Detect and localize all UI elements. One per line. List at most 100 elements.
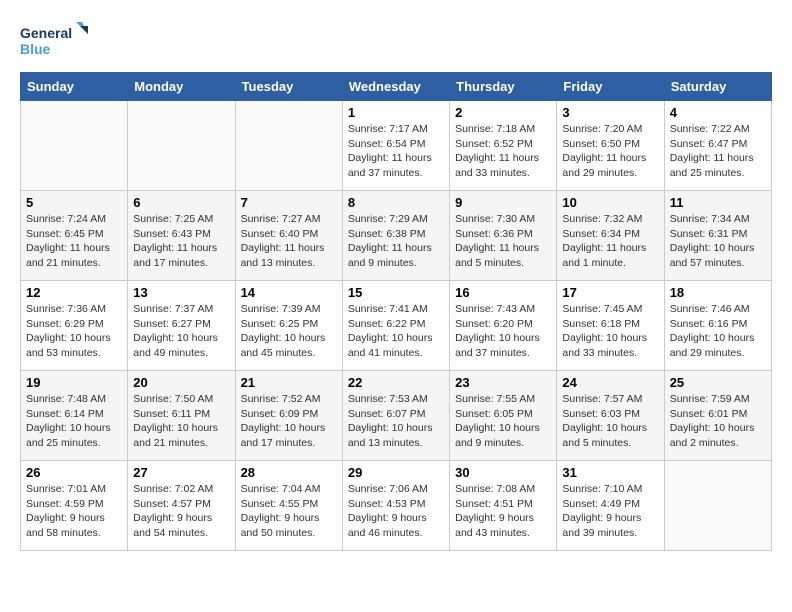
day-number: 18 — [670, 285, 766, 300]
day-number: 23 — [455, 375, 551, 390]
day-info: Sunrise: 7:04 AMSunset: 4:55 PMDaylight:… — [241, 482, 337, 541]
day-number: 16 — [455, 285, 551, 300]
calendar-cell — [21, 101, 128, 191]
day-info: Sunrise: 7:55 AMSunset: 6:05 PMDaylight:… — [455, 392, 551, 451]
day-number: 2 — [455, 105, 551, 120]
day-number: 11 — [670, 195, 766, 210]
day-info: Sunrise: 7:18 AMSunset: 6:52 PMDaylight:… — [455, 122, 551, 181]
logo: General Blue — [20, 20, 90, 62]
day-number: 19 — [26, 375, 122, 390]
day-number: 29 — [348, 465, 444, 480]
day-number: 30 — [455, 465, 551, 480]
day-number: 20 — [133, 375, 229, 390]
calendar-cell: 15 Sunrise: 7:41 AMSunset: 6:22 PMDayligh… — [342, 281, 449, 371]
calendar-cell: 11 Sunrise: 7:34 AMSunset: 6:31 PMDayligh… — [664, 191, 771, 281]
calendar-cell: 18 Sunrise: 7:46 AMSunset: 6:16 PMDayligh… — [664, 281, 771, 371]
day-number: 9 — [455, 195, 551, 210]
calendar-cell — [235, 101, 342, 191]
day-info: Sunrise: 7:27 AMSunset: 6:40 PMDaylight:… — [241, 212, 337, 271]
day-info: Sunrise: 7:10 AMSunset: 4:49 PMDaylight:… — [562, 482, 658, 541]
day-number: 31 — [562, 465, 658, 480]
day-info: Sunrise: 7:34 AMSunset: 6:31 PMDaylight:… — [670, 212, 766, 271]
day-info: Sunrise: 7:06 AMSunset: 4:53 PMDaylight:… — [348, 482, 444, 541]
calendar-cell: 24 Sunrise: 7:57 AMSunset: 6:03 PMDayligh… — [557, 371, 664, 461]
calendar-cell: 25 Sunrise: 7:59 AMSunset: 6:01 PMDayligh… — [664, 371, 771, 461]
calendar-cell — [664, 461, 771, 551]
calendar-cell: 30 Sunrise: 7:08 AMSunset: 4:51 PMDayligh… — [450, 461, 557, 551]
calendar-cell — [128, 101, 235, 191]
day-info: Sunrise: 7:29 AMSunset: 6:38 PMDaylight:… — [348, 212, 444, 271]
day-info: Sunrise: 7:25 AMSunset: 6:43 PMDaylight:… — [133, 212, 229, 271]
day-info: Sunrise: 7:30 AMSunset: 6:36 PMDaylight:… — [455, 212, 551, 271]
day-info: Sunrise: 7:48 AMSunset: 6:14 PMDaylight:… — [26, 392, 122, 451]
day-info: Sunrise: 7:17 AMSunset: 6:54 PMDaylight:… — [348, 122, 444, 181]
weekday-header-thursday: Thursday — [450, 73, 557, 101]
week-row-2: 5 Sunrise: 7:24 AMSunset: 6:45 PMDaylight… — [21, 191, 772, 281]
day-info: Sunrise: 7:20 AMSunset: 6:50 PMDaylight:… — [562, 122, 658, 181]
svg-text:General: General — [20, 25, 72, 41]
header: General Blue — [20, 20, 772, 62]
calendar-cell: 7 Sunrise: 7:27 AMSunset: 6:40 PMDaylight… — [235, 191, 342, 281]
calendar-cell: 3 Sunrise: 7:20 AMSunset: 6:50 PMDaylight… — [557, 101, 664, 191]
svg-text:Blue: Blue — [20, 41, 51, 57]
day-number: 28 — [241, 465, 337, 480]
calendar-cell: 4Sunrise: 7:22 AMSunset: 6:47 PMDaylight… — [664, 101, 771, 191]
day-info: Sunrise: 7:41 AMSunset: 6:22 PMDaylight:… — [348, 302, 444, 361]
day-info: Sunrise: 7:37 AMSunset: 6:27 PMDaylight:… — [133, 302, 229, 361]
day-number: 3 — [562, 105, 658, 120]
calendar-cell: 28 Sunrise: 7:04 AMSunset: 4:55 PMDayligh… — [235, 461, 342, 551]
weekday-header-tuesday: Tuesday — [235, 73, 342, 101]
day-info: Sunrise: 7:02 AMSunset: 4:57 PMDaylight:… — [133, 482, 229, 541]
day-number: 4 — [670, 105, 766, 120]
calendar-cell: 1 Sunrise: 7:17 AMSunset: 6:54 PMDaylight… — [342, 101, 449, 191]
week-row-1: 1 Sunrise: 7:17 AMSunset: 6:54 PMDaylight… — [21, 101, 772, 191]
day-info: Sunrise: 7:52 AMSunset: 6:09 PMDaylight:… — [241, 392, 337, 451]
calendar-cell: 2 Sunrise: 7:18 AMSunset: 6:52 PMDaylight… — [450, 101, 557, 191]
day-number: 24 — [562, 375, 658, 390]
calendar-cell: 8 Sunrise: 7:29 AMSunset: 6:38 PMDaylight… — [342, 191, 449, 281]
day-number: 14 — [241, 285, 337, 300]
calendar-cell: 13 Sunrise: 7:37 AMSunset: 6:27 PMDayligh… — [128, 281, 235, 371]
calendar-cell: 31 Sunrise: 7:10 AMSunset: 4:49 PMDayligh… — [557, 461, 664, 551]
weekday-header-friday: Friday — [557, 73, 664, 101]
day-number: 1 — [348, 105, 444, 120]
day-number: 25 — [670, 375, 766, 390]
weekday-header-wednesday: Wednesday — [342, 73, 449, 101]
calendar-cell: 5 Sunrise: 7:24 AMSunset: 6:45 PMDaylight… — [21, 191, 128, 281]
day-info: Sunrise: 7:36 AMSunset: 6:29 PMDaylight:… — [26, 302, 122, 361]
day-number: 15 — [348, 285, 444, 300]
day-info: Sunrise: 7:39 AMSunset: 6:25 PMDaylight:… — [241, 302, 337, 361]
day-number: 10 — [562, 195, 658, 210]
calendar-cell: 19 Sunrise: 7:48 AMSunset: 6:14 PMDayligh… — [21, 371, 128, 461]
calendar-cell: 17Sunrise: 7:45 AMSunset: 6:18 PMDayligh… — [557, 281, 664, 371]
day-info: Sunrise: 7:24 AMSunset: 6:45 PMDaylight:… — [26, 212, 122, 271]
weekday-header-row: SundayMondayTuesdayWednesdayThursdayFrid… — [21, 73, 772, 101]
day-number: 27 — [133, 465, 229, 480]
calendar-cell: 20 Sunrise: 7:50 AMSunset: 6:11 PMDayligh… — [128, 371, 235, 461]
calendar-cell: 10Sunrise: 7:32 AMSunset: 6:34 PMDayligh… — [557, 191, 664, 281]
week-row-5: 26 Sunrise: 7:01 AMSunset: 4:59 PMDayligh… — [21, 461, 772, 551]
day-info: Sunrise: 7:46 AMSunset: 6:16 PMDaylight:… — [670, 302, 766, 361]
calendar-cell: 9 Sunrise: 7:30 AMSunset: 6:36 PMDaylight… — [450, 191, 557, 281]
day-info: Sunrise: 7:43 AMSunset: 6:20 PMDaylight:… — [455, 302, 551, 361]
week-row-3: 12 Sunrise: 7:36 AMSunset: 6:29 PMDayligh… — [21, 281, 772, 371]
day-number: 7 — [241, 195, 337, 210]
day-number: 12 — [26, 285, 122, 300]
calendar-cell: 6Sunrise: 7:25 AMSunset: 6:43 PMDaylight… — [128, 191, 235, 281]
day-info: Sunrise: 7:01 AMSunset: 4:59 PMDaylight:… — [26, 482, 122, 541]
day-info: Sunrise: 7:59 AMSunset: 6:01 PMDaylight:… — [670, 392, 766, 451]
day-info: Sunrise: 7:50 AMSunset: 6:11 PMDaylight:… — [133, 392, 229, 451]
weekday-header-sunday: Sunday — [21, 73, 128, 101]
day-info: Sunrise: 7:08 AMSunset: 4:51 PMDaylight:… — [455, 482, 551, 541]
calendar-table: SundayMondayTuesdayWednesdayThursdayFrid… — [20, 72, 772, 551]
calendar-cell: 29 Sunrise: 7:06 AMSunset: 4:53 PMDayligh… — [342, 461, 449, 551]
calendar-cell: 12 Sunrise: 7:36 AMSunset: 6:29 PMDayligh… — [21, 281, 128, 371]
weekday-header-monday: Monday — [128, 73, 235, 101]
day-number: 8 — [348, 195, 444, 210]
calendar-cell: 26 Sunrise: 7:01 AMSunset: 4:59 PMDayligh… — [21, 461, 128, 551]
day-number: 26 — [26, 465, 122, 480]
calendar-cell: 21Sunrise: 7:52 AMSunset: 6:09 PMDayligh… — [235, 371, 342, 461]
day-number: 5 — [26, 195, 122, 210]
day-info: Sunrise: 7:57 AMSunset: 6:03 PMDaylight:… — [562, 392, 658, 451]
day-number: 13 — [133, 285, 229, 300]
